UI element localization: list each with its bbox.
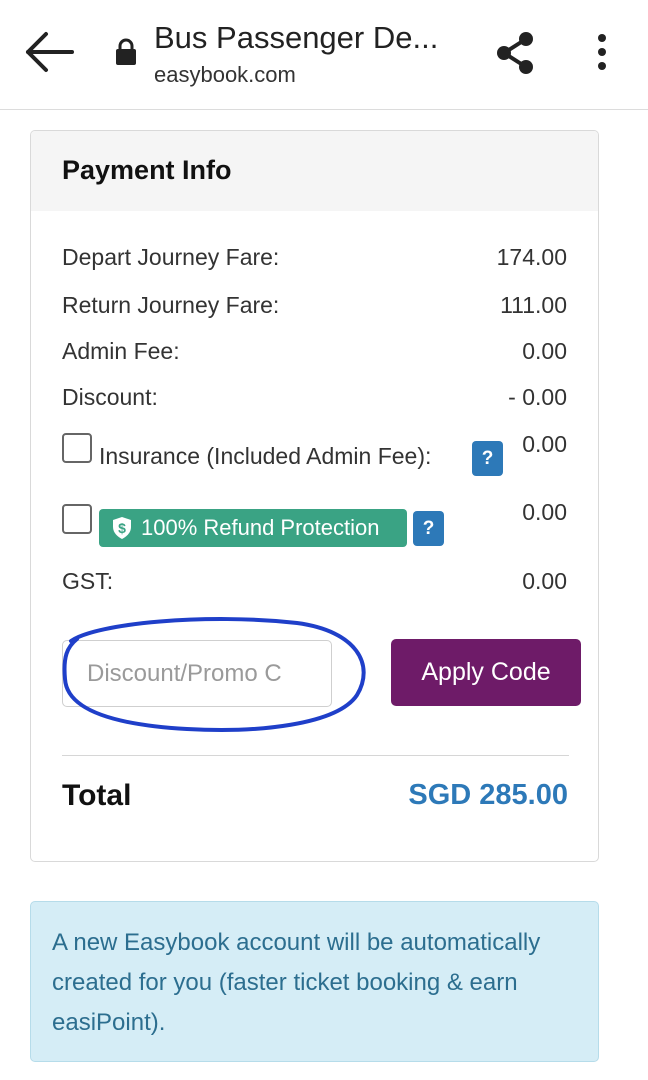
insurance-help-button[interactable]: ?	[472, 441, 503, 476]
refund-protection-checkbox[interactable]	[62, 504, 92, 534]
shield-dollar-icon: $	[113, 517, 131, 539]
return-fare-label: Return Journey Fare:	[62, 292, 280, 318]
depart-fare-label: Depart Journey Fare:	[62, 244, 280, 270]
payment-info-card: Payment Info Depart Journey Fare: 174.00…	[30, 130, 599, 862]
refund-protection-badge: $ 100% Refund Protection	[99, 509, 407, 547]
card-title: Payment Info	[62, 155, 232, 185]
refund-protection-value: 0.00	[522, 499, 567, 525]
discount-label: Discount:	[62, 384, 158, 410]
apply-code-button[interactable]: Apply Code	[391, 639, 581, 706]
arrow-left-icon[interactable]	[22, 30, 76, 74]
gst-value: 0.00	[522, 568, 567, 594]
discount-value: - 0.00	[508, 384, 567, 410]
more-vert-icon[interactable]	[590, 32, 614, 72]
share-icon[interactable]	[492, 30, 536, 76]
page-domain[interactable]: easybook.com	[154, 62, 296, 88]
gst-label: GST:	[62, 568, 114, 594]
divider	[62, 755, 569, 756]
card-header: Payment Info	[31, 131, 598, 211]
insurance-label: Insurance (Included Admin Fee):	[99, 443, 432, 469]
total-value: SGD 285.00	[408, 779, 568, 811]
refund-protection-label: 100% Refund Protection	[141, 515, 380, 540]
account-info-alert: A new Easybook account will be automatic…	[30, 901, 599, 1062]
admin-fee-label: Admin Fee:	[62, 338, 180, 364]
depart-fare-value: 174.00	[496, 244, 567, 270]
svg-text:$: $	[118, 520, 126, 536]
browser-toolbar: Bus Passenger De... easybook.com	[0, 0, 648, 110]
insurance-value: 0.00	[522, 431, 567, 457]
total-label: Total	[62, 779, 132, 812]
insurance-checkbox[interactable]	[62, 433, 92, 463]
account-info-text: A new Easybook account will be automatic…	[52, 929, 541, 1036]
return-fare-value: 111.00	[500, 292, 567, 318]
admin-fee-value: 0.00	[522, 338, 567, 364]
lock-icon	[116, 38, 136, 65]
page-title[interactable]: Bus Passenger De...	[154, 20, 438, 56]
promo-code-input[interactable]	[62, 640, 332, 707]
refund-help-button[interactable]: ?	[413, 511, 444, 546]
